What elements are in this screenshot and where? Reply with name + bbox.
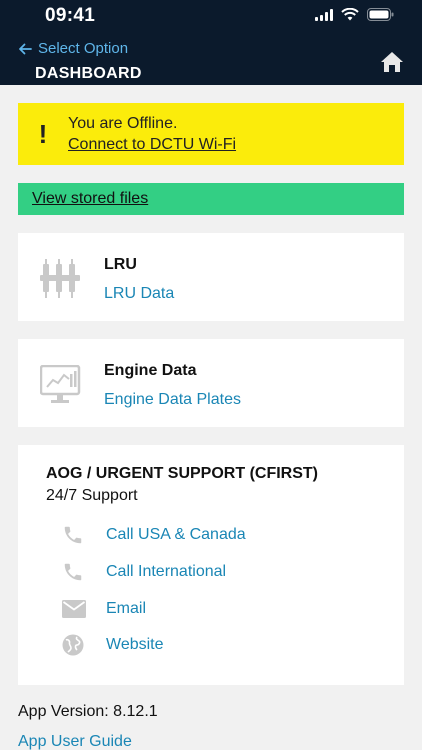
call-usa-canada-button[interactable]: Call USA & Canada bbox=[62, 522, 382, 548]
engine-data-plates-link[interactable]: Engine Data Plates bbox=[104, 391, 241, 409]
lru-data-link[interactable]: LRU Data bbox=[104, 285, 174, 303]
lru-card[interactable]: LRU LRU Data bbox=[18, 233, 404, 321]
wifi-icon bbox=[341, 8, 359, 21]
connect-wifi-link[interactable]: Connect to DCTU Wi-Fi bbox=[68, 134, 236, 155]
view-stored-files-button[interactable]: View stored files bbox=[18, 183, 404, 215]
signal-icon bbox=[315, 8, 333, 21]
support-subtitle: 24/7 Support bbox=[46, 487, 138, 504]
call-usa-canada-label: Call USA & Canada bbox=[106, 526, 246, 543]
back-button[interactable]: Select Option bbox=[18, 40, 128, 57]
phone-icon bbox=[62, 561, 106, 583]
website-label: Website bbox=[106, 636, 164, 653]
page-title: DASHBOARD bbox=[35, 65, 142, 82]
top-bar: 09:41 Select Option DASHBOARD bbox=[0, 0, 422, 85]
back-label: Select Option bbox=[38, 40, 129, 57]
call-international-button[interactable]: Call International bbox=[62, 559, 382, 585]
email-label: Email bbox=[106, 600, 147, 617]
engine-data-card[interactable]: Engine Data Engine Data Plates bbox=[18, 339, 404, 427]
battery-icon bbox=[367, 8, 394, 21]
support-card: AOG / URGENT SUPPORT (CFIRST) 24/7 Suppo… bbox=[18, 445, 404, 685]
exclamation-icon: ! bbox=[38, 118, 48, 149]
home-icon bbox=[381, 52, 403, 72]
offline-banner: ! You are Offline. Connect to DCTU Wi-Fi bbox=[18, 103, 404, 165]
app-user-guide-link[interactable]: App User Guide bbox=[18, 733, 132, 750]
engine-data-title: Engine Data bbox=[104, 362, 197, 379]
support-title: AOG / URGENT SUPPORT (CFIRST) bbox=[46, 465, 318, 482]
website-button[interactable]: Website bbox=[62, 632, 382, 658]
email-button[interactable]: Email bbox=[62, 596, 382, 622]
offline-message: You are Offline. bbox=[68, 115, 178, 132]
phone-icon bbox=[62, 524, 106, 546]
home-button[interactable] bbox=[380, 51, 404, 78]
call-international-label: Call International bbox=[106, 563, 227, 580]
app-version: App Version: 8.12.1 bbox=[18, 703, 158, 720]
lru-connector-icon bbox=[40, 259, 82, 304]
monitor-chart-icon bbox=[39, 364, 82, 410]
lru-title: LRU bbox=[104, 256, 137, 273]
status-time: 09:41 bbox=[45, 5, 96, 26]
mail-icon bbox=[62, 600, 106, 618]
status-icons bbox=[315, 8, 394, 21]
globe-icon bbox=[62, 634, 106, 656]
arrow-left-icon bbox=[19, 43, 32, 54]
